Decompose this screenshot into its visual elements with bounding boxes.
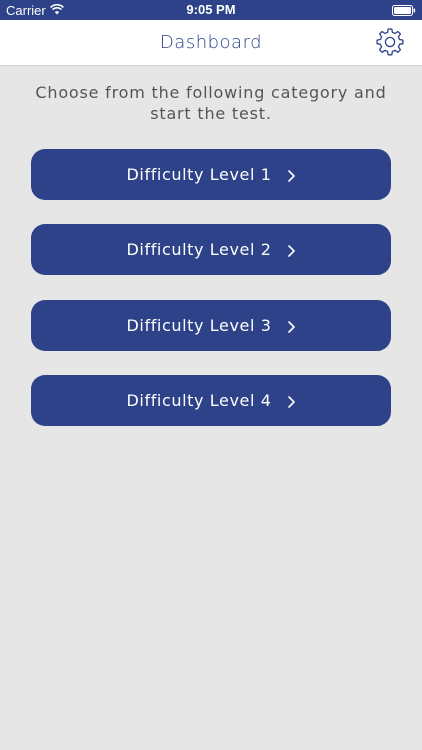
difficulty-level-3-button[interactable]: Difficulty Level 3 (31, 300, 391, 351)
page-title: Dashboard (159, 32, 263, 53)
difficulty-level-4-button[interactable]: Difficulty Level 4 (31, 375, 391, 426)
difficulty-level-2-button[interactable]: Difficulty Level 2 (31, 224, 391, 275)
gear-icon (374, 28, 406, 62)
chevron-right-icon (286, 243, 296, 257)
navbar: Dashboard (0, 20, 422, 66)
status-bar: Carrier 9:05 PM (0, 0, 422, 20)
settings-button[interactable] (374, 26, 406, 58)
intro-text: Choose from the following category and s… (35, 83, 387, 123)
level-label: Difficulty Level 3 (126, 316, 272, 335)
level-label: Difficulty Level 1 (126, 165, 272, 184)
chevron-right-icon (286, 168, 296, 182)
difficulty-level-1-button[interactable]: Difficulty Level 1 (31, 149, 391, 200)
battery-icon (392, 4, 416, 16)
level-label: Difficulty Level 2 (126, 240, 272, 259)
chevron-right-icon (286, 394, 296, 408)
level-label: Difficulty Level 4 (126, 391, 272, 410)
status-time: 9:05 PM (186, 2, 236, 17)
chevron-right-icon (286, 319, 296, 333)
